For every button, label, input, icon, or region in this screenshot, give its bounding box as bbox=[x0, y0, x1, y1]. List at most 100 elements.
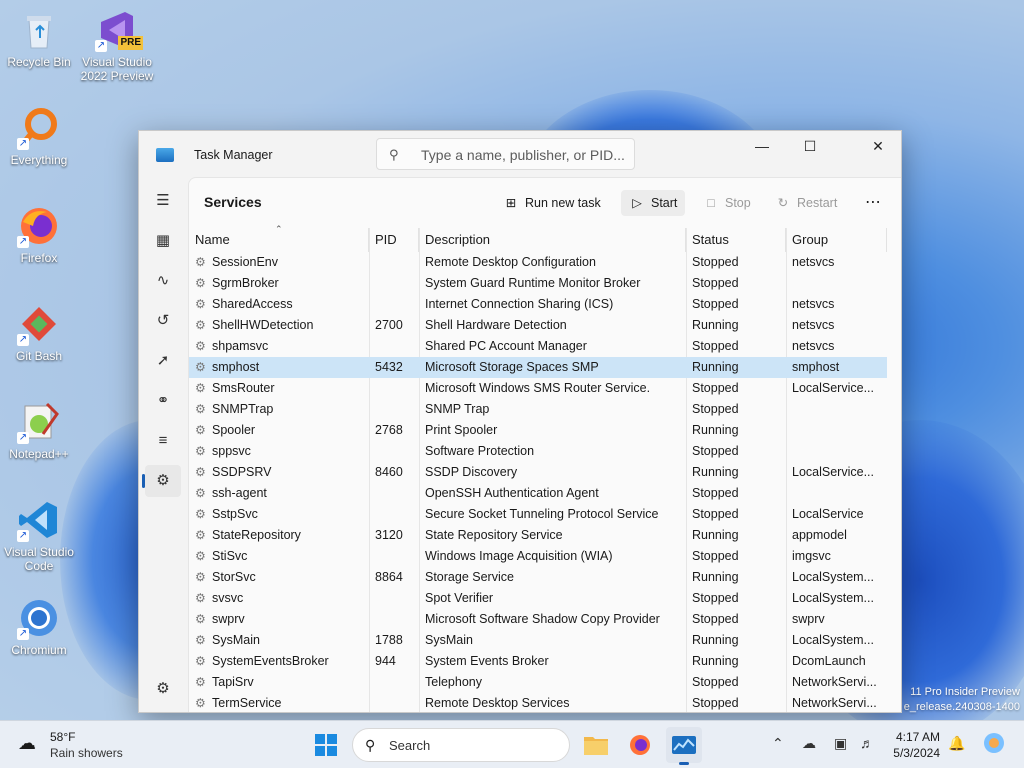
desktop-icon-everything[interactable]: ↗ Everything bbox=[0, 106, 78, 167]
task-manager-taskbar-icon[interactable] bbox=[666, 727, 702, 765]
task-manager-app-icon bbox=[156, 148, 174, 162]
pid-cell bbox=[369, 399, 419, 420]
desktop-icon-notepad-plus-plus[interactable]: ↗ Notepad++ bbox=[0, 400, 78, 461]
run-new-task-button[interactable]: ⊞ Run new task bbox=[503, 190, 601, 216]
description-cell: Software Protection bbox=[425, 444, 535, 458]
table-row[interactable]: ⚙ SessionEnv Remote Desktop Configuration S… bbox=[189, 252, 887, 273]
desktop-icon-firefox[interactable]: ↗ Firefox bbox=[0, 204, 78, 265]
table-row[interactable]: ⚙ SharedAccess Internet Connection Sharing… bbox=[189, 294, 887, 315]
table-row[interactable]: ⚙ SSDPSRV 8460 SSDP Discovery Running LocalSe… bbox=[189, 462, 887, 483]
description-cell: Spot Verifier bbox=[425, 591, 494, 605]
desktop-icon-visual-studio-preview[interactable]: ↗ PRE Visual Studio 2022 Preview bbox=[78, 8, 156, 83]
more-options-button[interactable]: ⋯ bbox=[865, 190, 882, 216]
build-watermark-line2: e_release.240308-1400 bbox=[903, 701, 1020, 713]
table-row[interactable]: ⚙ ssh-agent OpenSSH Authentication Agent St… bbox=[189, 483, 887, 504]
file-explorer-icon[interactable] bbox=[578, 727, 614, 763]
pid-cell: 1788 bbox=[375, 633, 403, 647]
firefox-taskbar-icon[interactable] bbox=[622, 727, 658, 763]
desktop-icon-vscode[interactable]: ↗ Visual Studio Code bbox=[0, 498, 78, 573]
group-cell bbox=[786, 441, 887, 462]
settings-gear-icon[interactable]: ⚙ bbox=[145, 673, 181, 705]
play-icon: ▷ bbox=[632, 196, 642, 210]
service-name-text: TapiSrv bbox=[212, 675, 254, 689]
close-button[interactable]: ✕ bbox=[855, 131, 901, 161]
stop-button[interactable]: □ Stop bbox=[703, 190, 751, 216]
service-name-cell: ⚙ SystemEventsBroker bbox=[189, 651, 369, 672]
status-cell: Running bbox=[692, 633, 739, 647]
status-cell: Stopped bbox=[692, 255, 739, 269]
minimize-button[interactable]: — bbox=[739, 131, 785, 161]
volume-icon[interactable]: ♬ bbox=[860, 735, 874, 751]
table-row[interactable]: ⚙ svsvc Spot Verifier Stopped LocalSystem... bbox=[189, 588, 887, 609]
users-icon[interactable]: ⚭ bbox=[145, 385, 181, 417]
table-row[interactable]: ⚙ SmsRouter Microsoft Windows SMS Router S… bbox=[189, 378, 887, 399]
table-row[interactable]: ⚙ Spooler 2768 Print Spooler Running bbox=[189, 420, 887, 441]
table-row[interactable]: ⚙ ShellHWDetection 2700 Shell Hardware Dete… bbox=[189, 315, 887, 336]
copilot-preview-icon[interactable] bbox=[982, 731, 1006, 758]
notifications-bell-icon[interactable]: 🔔 bbox=[948, 735, 965, 752]
status-cell: Running bbox=[692, 654, 739, 668]
run-new-task-label: Run new task bbox=[525, 196, 601, 210]
desktop-icon-label: Everything bbox=[10, 153, 68, 167]
description-cell: Shell Hardware Detection bbox=[425, 318, 567, 332]
notepad-plus-plus-icon: ↗ bbox=[17, 400, 61, 444]
service-name-cell: ⚙ StorSvc bbox=[189, 567, 369, 588]
status-cell: Stopped bbox=[692, 591, 739, 605]
taskbar-search[interactable]: ⚲ Search bbox=[352, 728, 570, 762]
table-row[interactable]: ⚙ SystemEventsBroker 944 System Events Brok… bbox=[189, 651, 887, 672]
status-cell: Running bbox=[692, 465, 739, 479]
service-name-text: StateRepository bbox=[212, 528, 301, 542]
processes-icon[interactable]: ▦ bbox=[145, 225, 181, 257]
table-row[interactable]: ⚙ StateRepository 3120 State Repository Ser… bbox=[189, 525, 887, 546]
column-header-name[interactable]: Name bbox=[189, 228, 369, 252]
app-history-icon[interactable]: ↺ bbox=[145, 305, 181, 337]
display-icon[interactable]: ▣ bbox=[834, 735, 847, 752]
service-name-text: SSDPSRV bbox=[212, 465, 272, 479]
performance-icon[interactable]: ∿ bbox=[145, 265, 181, 297]
status-cell: Running bbox=[692, 528, 739, 542]
service-gear-icon: ⚙ bbox=[195, 465, 206, 479]
table-row[interactable]: ⚙ SNMPTrap SNMP Trap Stopped bbox=[189, 399, 887, 420]
restart-button[interactable]: ↻ Restart bbox=[775, 190, 838, 216]
details-icon[interactable]: ≡ bbox=[145, 425, 181, 457]
start-menu-button[interactable] bbox=[308, 727, 344, 763]
column-header-group[interactable]: Group bbox=[786, 228, 887, 252]
show-hidden-icons-chevron-icon[interactable]: ⌃ bbox=[772, 735, 784, 752]
system-clock[interactable]: 4:17 AM 5/3/2024 bbox=[880, 729, 940, 761]
pid-cell: 2700 bbox=[375, 318, 403, 332]
pid-cell: 5432 bbox=[375, 360, 403, 374]
table-row[interactable]: ⚙ sppsvc Software Protection Stopped bbox=[189, 441, 887, 462]
column-header-description[interactable]: Description bbox=[419, 228, 686, 252]
table-row[interactable]: ⚙ shpamsvc Shared PC Account Manager Stoppe… bbox=[189, 336, 887, 357]
maximize-button[interactable]: ☐ bbox=[787, 131, 833, 161]
desktop-icon-label: Git Bash bbox=[15, 349, 63, 363]
table-row[interactable]: ⚙ TapiSrv Telephony Stopped NetworkServi... bbox=[189, 672, 887, 693]
pid-cell bbox=[369, 504, 419, 525]
status-cell: Running bbox=[692, 360, 739, 374]
column-header-pid[interactable]: PID bbox=[369, 228, 419, 252]
search-input[interactable] bbox=[421, 145, 626, 165]
table-row[interactable]: ⚙ smphost 5432 Microsoft Storage Spaces SMP… bbox=[189, 357, 887, 378]
desktop-icon-git-bash[interactable]: ↗ Git Bash bbox=[0, 302, 78, 363]
table-row[interactable]: ⚙ SstpSvc Secure Socket Tunneling Protocol… bbox=[189, 504, 887, 525]
service-name-cell: ⚙ SmsRouter bbox=[189, 378, 369, 399]
title-bar[interactable]: Task Manager ⚲ — ☐ ✕ bbox=[139, 131, 901, 179]
table-row[interactable]: ⚙ TermService Remote Desktop Services Stopp… bbox=[189, 693, 887, 712]
column-header-status[interactable]: Status bbox=[686, 228, 786, 252]
hamburger-menu-icon[interactable]: ☰ bbox=[145, 185, 181, 217]
table-row[interactable]: ⚙ SgrmBroker System Guard Runtime Monitor … bbox=[189, 273, 887, 294]
desktop-icon-chromium[interactable]: ↗ Chromium bbox=[0, 596, 78, 657]
services-icon[interactable]: ⚙ bbox=[142, 465, 181, 497]
desktop-icon-recycle-bin[interactable]: Recycle Bin bbox=[0, 8, 78, 69]
table-row[interactable]: ⚙ SysMain 1788 SysMain Running LocalSystem... bbox=[189, 630, 887, 651]
table-row[interactable]: ⚙ swprv Microsoft Software Shadow Copy Pro… bbox=[189, 609, 887, 630]
shortcut-arrow-icon: ↗ bbox=[17, 628, 29, 640]
start-button[interactable]: ▷ Start bbox=[621, 190, 686, 216]
search-box[interactable]: ⚲ bbox=[376, 138, 635, 170]
table-row[interactable]: ⚙ StiSvc Windows Image Acquisition (WIA) St… bbox=[189, 546, 887, 567]
group-cell: LocalSystem... bbox=[792, 633, 874, 647]
table-row[interactable]: ⚙ StorSvc 8864 Storage Service Running LocalS… bbox=[189, 567, 887, 588]
description-cell: Remote Desktop Configuration bbox=[425, 255, 596, 269]
startup-apps-icon[interactable]: ➚ bbox=[145, 345, 181, 377]
network-icon[interactable]: ☁ bbox=[802, 735, 816, 752]
